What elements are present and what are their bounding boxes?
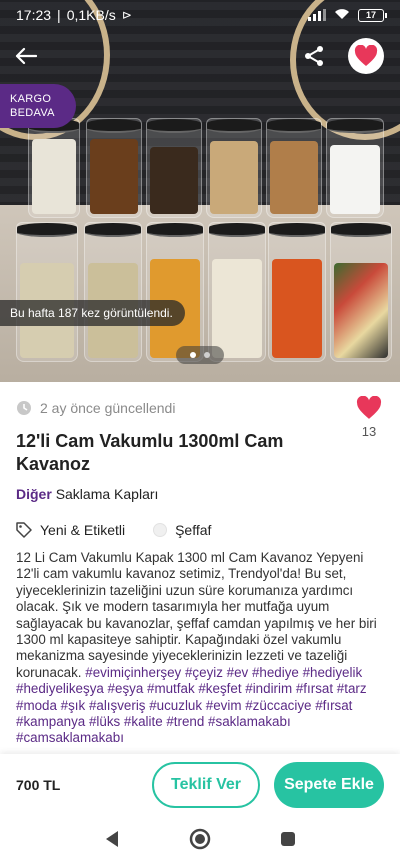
price: 700 TL (16, 777, 61, 793)
jar (268, 222, 326, 362)
product-description: 12 Li Cam Vakumlu Kapak 1300 ml Cam Kava… (16, 550, 384, 747)
category-breadcrumb[interactable]: Diğer Saklama Kapları (16, 486, 384, 502)
badge-line-2: BEDAVA (10, 107, 55, 119)
jar (28, 118, 80, 218)
carousel-indicator (176, 346, 224, 364)
nav-back-button[interactable] (104, 830, 120, 853)
share-icon (305, 46, 323, 66)
battery-level: 17 (365, 10, 376, 20)
clock-icon (17, 401, 31, 415)
jar (146, 222, 204, 362)
status-bar: 17:23 | 0,1KB/s ⊳ 17 (0, 0, 400, 30)
favorite-count: 13 (361, 424, 377, 439)
jar (208, 222, 266, 362)
battery-icon: 17 (358, 8, 387, 22)
description-text: 12 Li Cam Vakumlu Kapak 1300 ml Cam Kava… (16, 550, 377, 680)
nav-home-button[interactable] (189, 828, 211, 855)
product-details: 2 ay önce güncellendi 13 12'li Cam Vakum… (0, 382, 400, 747)
triangle-back-icon (106, 830, 119, 847)
color-swatch-icon (153, 523, 168, 537)
jar (146, 118, 202, 218)
color-text: Şeffaf (175, 522, 212, 538)
jar (84, 222, 142, 362)
product-title: 12'li Cam Vakumlu 1300ml Cam Kavanoz (16, 431, 284, 474)
carousel-dot-active (190, 352, 196, 358)
updated-text: 2 ay önce güncellendi (40, 400, 176, 416)
attributes-row: Yeni & Etiketli Şeffaf (16, 522, 384, 538)
favorite-button[interactable]: 13 (354, 396, 384, 439)
jar (206, 118, 262, 218)
condition-attr: Yeni & Etiketli (16, 522, 125, 538)
status-speed: 0,1KB/s (66, 7, 116, 23)
square-recents-icon (280, 831, 295, 846)
system-nav-bar (0, 816, 400, 866)
heart-icon (356, 396, 382, 419)
free-shipping-badge: KARGO BEDAVA (0, 84, 76, 128)
condition-text: Yeni & Etiketli (40, 522, 126, 538)
color-attr: Şeffaf (153, 522, 211, 538)
status-time: 17:23 (16, 7, 52, 23)
jar (326, 118, 384, 218)
action-bar: 700 TL Teklif Ver Sepete Ekle (0, 754, 400, 816)
nfc-icon: ⊳ (121, 8, 132, 22)
home-circle-icon (189, 828, 211, 849)
heart-icon (354, 45, 378, 66)
badge-line-1: KARGO (10, 93, 52, 105)
category-main[interactable]: Diğer (16, 486, 52, 502)
jar (16, 222, 78, 362)
updated-row: 2 ay önce güncellendi (16, 400, 384, 416)
favorite-button-top[interactable] (348, 38, 384, 74)
nav-recents-button[interactable] (280, 831, 296, 852)
wifi-icon (334, 7, 350, 23)
tag-icon (16, 522, 32, 538)
jar (330, 222, 392, 362)
views-badge: Bu hafta 187 kez görüntülendi. (0, 300, 185, 326)
category-sub[interactable]: Saklama Kapları (56, 486, 159, 502)
back-button[interactable] (8, 38, 44, 74)
carousel-dot (204, 352, 210, 358)
jar (266, 118, 322, 218)
signal-icon (308, 9, 326, 21)
jar (86, 118, 142, 218)
add-to-cart-button[interactable]: Sepete Ekle (274, 762, 384, 808)
share-button[interactable] (296, 38, 332, 74)
back-arrow-icon (15, 47, 37, 65)
make-offer-button[interactable]: Teklif Ver (152, 762, 260, 808)
